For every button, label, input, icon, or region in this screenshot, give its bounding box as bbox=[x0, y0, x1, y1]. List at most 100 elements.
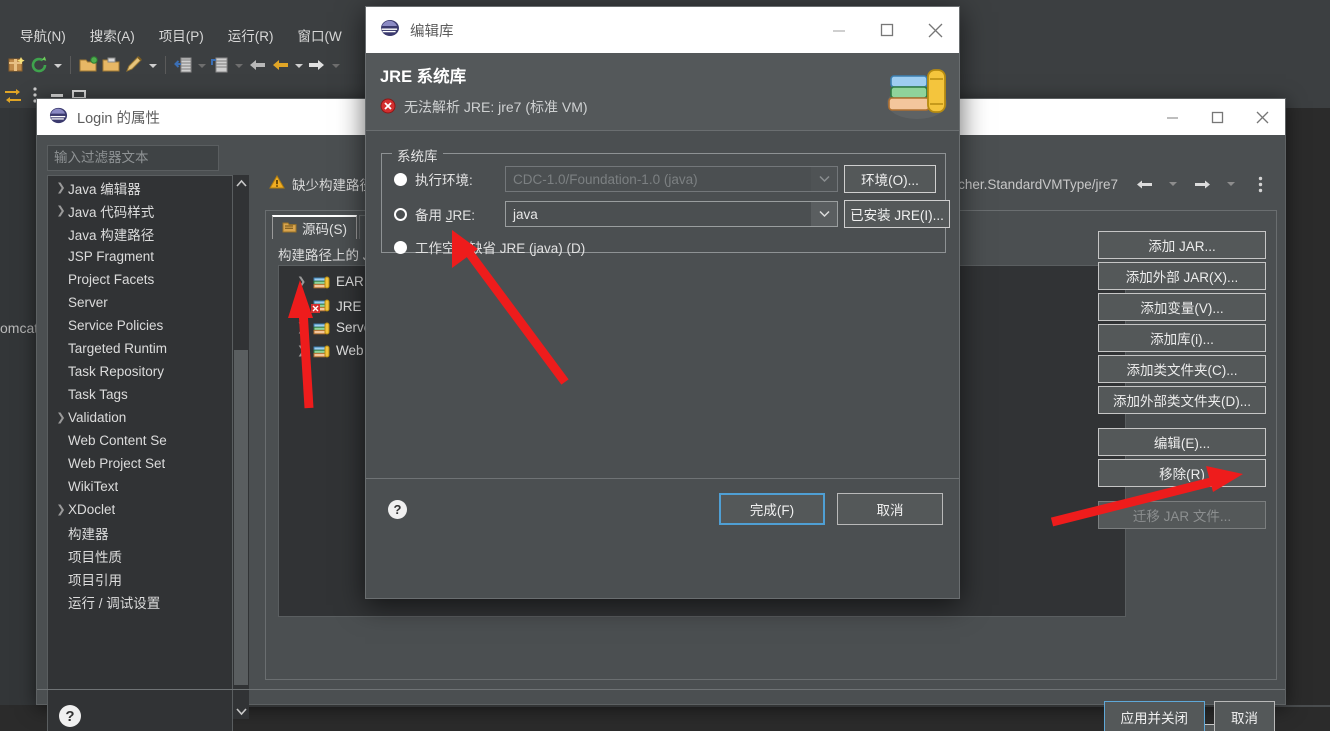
save-folder-icon[interactable] bbox=[100, 54, 122, 76]
sidebar-item-label: Targeted Runtim bbox=[68, 341, 168, 356]
installed-jres-button[interactable]: 已安装 JRE(I)... bbox=[844, 200, 950, 228]
radio-execution-environment[interactable]: 执行环境: bbox=[394, 166, 473, 192]
buildpath-button-7[interactable]: 移除(R) bbox=[1098, 459, 1266, 487]
filter-input[interactable]: 输入过滤器文本 bbox=[47, 145, 219, 171]
step-over-icon[interactable] bbox=[209, 54, 231, 76]
step-into-caret[interactable] bbox=[195, 54, 208, 76]
chevron-down-icon[interactable] bbox=[811, 167, 837, 191]
finish-button[interactable]: 完成(F) bbox=[719, 493, 825, 525]
cancel-button[interactable]: 取消 bbox=[1214, 701, 1275, 731]
sidebar-item-9[interactable]: Task Tags bbox=[48, 383, 232, 406]
forward-arrow-icon[interactable] bbox=[306, 54, 328, 76]
forward-arrow-icon[interactable] bbox=[1191, 174, 1213, 194]
sidebar-item-16[interactable]: 项目性质 bbox=[48, 544, 232, 567]
refresh-dropdown-caret[interactable] bbox=[51, 54, 64, 76]
chevron-right-icon[interactable]: ❯ bbox=[54, 204, 68, 217]
back-dropdown-icon[interactable] bbox=[1162, 174, 1184, 194]
tree-scroll-thumb[interactable] bbox=[234, 350, 248, 685]
sidebar-item-12[interactable]: Web Project Set bbox=[48, 452, 232, 475]
library-icon bbox=[313, 344, 330, 358]
dialog-cancel-button[interactable]: 取消 bbox=[837, 493, 943, 525]
sidebar-item-1[interactable]: ❯ Java 代码样式 bbox=[48, 199, 232, 222]
sidebar-item-6[interactable]: Service Policies bbox=[48, 314, 232, 337]
maximize-icon[interactable] bbox=[1195, 99, 1240, 135]
open-folder-icon[interactable] bbox=[77, 54, 99, 76]
back-arrow-icon[interactable] bbox=[1133, 174, 1155, 194]
sidebar-item-4[interactable]: Project Facets bbox=[48, 268, 232, 291]
close-icon[interactable] bbox=[1240, 99, 1285, 135]
forward-dropdown-icon[interactable] bbox=[1220, 174, 1242, 194]
system-library-group: 系统库 执行环境: CDC-1.0/Foundation-1.0 (java) … bbox=[381, 145, 950, 256]
forward-dropdown-caret[interactable] bbox=[329, 54, 342, 76]
radio-alternate-jre[interactable]: 备用 JRE: bbox=[394, 201, 475, 227]
link-arrows-icon[interactable] bbox=[2, 84, 24, 106]
buildpath-button-6[interactable]: 编辑(E)... bbox=[1098, 428, 1266, 456]
sidebar-item-11[interactable]: Web Content Se bbox=[48, 429, 232, 452]
buildpath-button-3[interactable]: 添加库(i)... bbox=[1098, 324, 1266, 352]
minimize-icon[interactable] bbox=[815, 7, 863, 53]
radio-workspace-default-jre[interactable]: 工作空间缺省 JRE (java) (D) bbox=[394, 234, 585, 260]
chevron-right-icon[interactable]: ❯ bbox=[297, 321, 307, 334]
scroll-up-icon[interactable] bbox=[233, 175, 249, 191]
view-menu-icon[interactable] bbox=[1249, 174, 1271, 194]
back-dropdown-caret[interactable] bbox=[292, 54, 305, 76]
edit-library-dialog: 编辑库 JRE 系统库 无法解析 JRE: jre7 (标准 VM) 系统库 执… bbox=[365, 6, 960, 599]
close-icon[interactable] bbox=[911, 7, 959, 53]
step-into-icon[interactable] bbox=[172, 54, 194, 76]
chevron-right-icon[interactable]: ❯ bbox=[297, 275, 307, 288]
menu-item-window[interactable]: 窗口(W bbox=[286, 23, 354, 47]
execution-environment-combo[interactable]: CDC-1.0/Foundation-1.0 (java) bbox=[505, 166, 838, 192]
chevron-right-icon[interactable]: ❯ bbox=[54, 181, 68, 194]
eclipse-logo-icon bbox=[49, 106, 68, 129]
help-icon[interactable]: ? bbox=[388, 499, 407, 519]
sidebar-item-8[interactable]: Task Repository bbox=[48, 360, 232, 383]
sidebar-item-17[interactable]: 项目引用 bbox=[48, 567, 232, 590]
menu-item-navigate[interactable]: 导航(N) bbox=[8, 23, 78, 47]
sidebar-item-5[interactable]: Server bbox=[48, 291, 232, 314]
buildpath-button-1[interactable]: 添加外部 JAR(X)... bbox=[1098, 262, 1266, 290]
preferences-tree[interactable]: ❯ Java 编辑器 ❯ Java 代码样式 Java 构建路径 JSP Fragment… bbox=[47, 175, 233, 731]
chevron-right-icon[interactable]: ❯ bbox=[54, 411, 68, 424]
properties-window-title: Login 的属性 bbox=[77, 110, 161, 127]
sidebar-item-0[interactable]: ❯ Java 编辑器 bbox=[48, 176, 232, 199]
refresh-icon[interactable] bbox=[28, 54, 50, 76]
chevron-down-icon[interactable] bbox=[811, 202, 837, 226]
new-wizard-icon[interactable] bbox=[5, 54, 27, 76]
buildpath-button-4[interactable]: 添加类文件夹(C)... bbox=[1098, 355, 1266, 383]
sidebar-item-14[interactable]: ❯ XDoclet bbox=[48, 498, 232, 521]
menu-item-search[interactable]: 搜索(A) bbox=[78, 23, 147, 47]
back-arrow-gray-icon[interactable] bbox=[246, 54, 268, 76]
sidebar-item-3[interactable]: JSP Fragment bbox=[48, 245, 232, 268]
build-path-button-column: 添加 JAR... 添加外部 JAR(X)... 添加变量(V)... 添加库(i).… bbox=[1098, 231, 1266, 532]
maximize-icon[interactable] bbox=[863, 7, 911, 53]
buildpath-button-5[interactable]: 添加外部类文件夹(D)... bbox=[1098, 386, 1266, 414]
sidebar-item-label: Web Content Se bbox=[68, 433, 167, 448]
buildpath-button-0[interactable]: 添加 JAR... bbox=[1098, 231, 1266, 259]
sidebar-item-10[interactable]: ❯ Validation bbox=[48, 406, 232, 429]
scroll-down-icon[interactable] bbox=[233, 703, 249, 719]
step-over-caret[interactable] bbox=[232, 54, 245, 76]
menu-item-project[interactable]: 项目(P) bbox=[147, 23, 216, 47]
alternate-jre-combo[interactable]: java bbox=[505, 201, 838, 227]
sidebar-item-13[interactable]: WikiText bbox=[48, 475, 232, 498]
tree-vertical-scrollbar[interactable] bbox=[233, 175, 249, 719]
menu-item-run[interactable]: 运行(R) bbox=[216, 23, 286, 47]
back-arrow-amber-icon[interactable] bbox=[269, 54, 291, 76]
sidebar-item-label: 项目引用 bbox=[68, 572, 122, 588]
chevron-right-icon[interactable]: ❯ bbox=[54, 503, 68, 516]
minimize-icon[interactable] bbox=[1150, 99, 1195, 135]
edit-library-header: JRE 系统库 无法解析 JRE: jre7 (标准 VM) bbox=[366, 53, 959, 131]
sidebar-item-18[interactable]: 运行 / 调试设置 bbox=[48, 590, 232, 613]
sidebar-item-15[interactable]: 构建器 bbox=[48, 521, 232, 544]
chevron-right-icon[interactable]: ❯ bbox=[297, 344, 307, 357]
tab-source[interactable]: 源码(S) bbox=[272, 215, 357, 239]
edit-pencil-icon[interactable] bbox=[123, 54, 145, 76]
help-icon[interactable]: ? bbox=[59, 705, 81, 727]
chevron-right-icon[interactable]: ❯ bbox=[297, 298, 307, 311]
sidebar-item-2[interactable]: Java 构建路径 bbox=[48, 222, 232, 245]
sidebar-item-7[interactable]: Targeted Runtim bbox=[48, 337, 232, 360]
apply-and-close-button[interactable]: 应用并关闭 bbox=[1103, 701, 1205, 731]
buildpath-button-2[interactable]: 添加变量(V)... bbox=[1098, 293, 1266, 321]
environments-button[interactable]: 环境(O)... bbox=[844, 165, 936, 193]
edit-dropdown-caret[interactable] bbox=[146, 54, 159, 76]
